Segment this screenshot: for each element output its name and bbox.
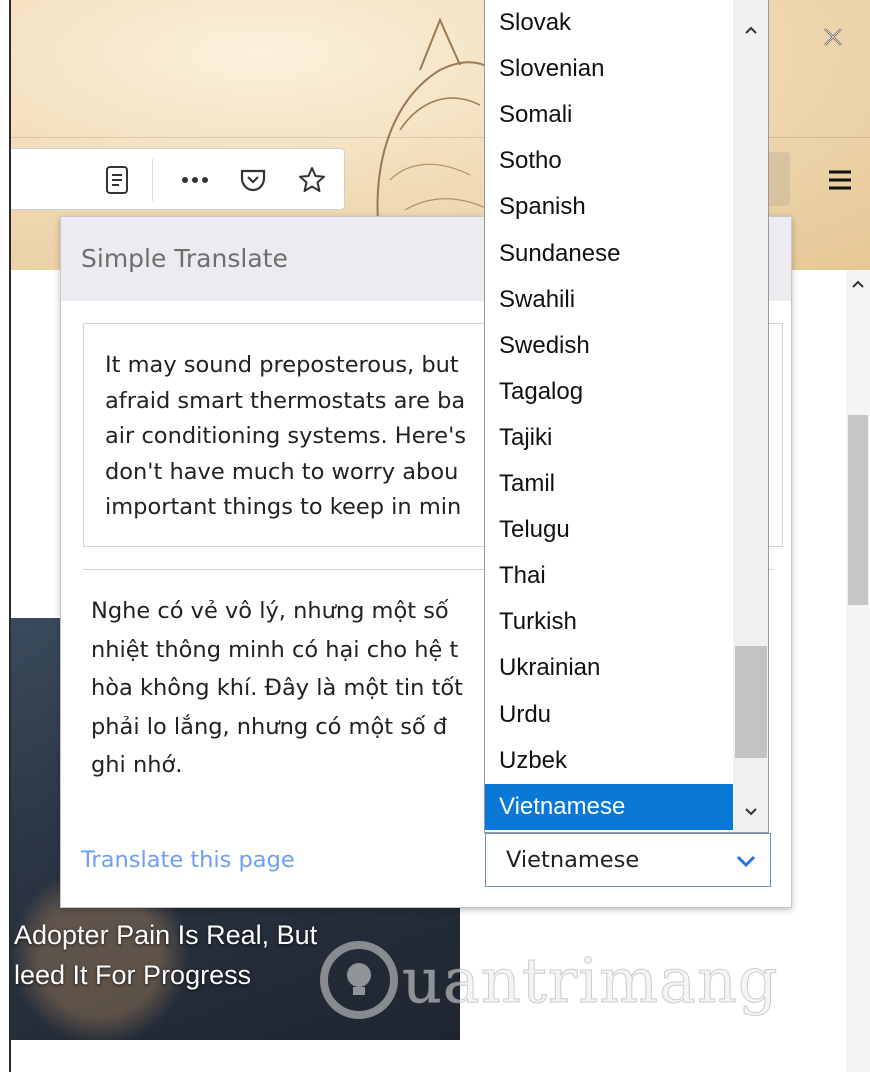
language-option[interactable]: Slovak [485, 0, 733, 46]
chevron-down-icon [745, 808, 757, 816]
chevron-up-icon [745, 26, 757, 34]
language-option[interactable]: Swedish [485, 323, 733, 369]
language-option[interactable]: Sundanese [485, 231, 733, 277]
target-language-value: Vietnamese [506, 847, 640, 873]
bookmark-star-icon [299, 167, 325, 192]
language-option[interactable]: Thai [485, 553, 733, 599]
language-option[interactable]: Tajiki [485, 415, 733, 461]
dropdown-scroll-up-button[interactable] [735, 18, 767, 42]
language-option[interactable]: Vietnamese [485, 783, 733, 830]
dropdown-scroll-down-button[interactable] [735, 800, 767, 824]
language-option[interactable]: Tagalog [485, 369, 733, 415]
target-language-select[interactable]: Vietnamese [485, 833, 771, 887]
language-option[interactable]: Telugu [485, 507, 733, 553]
language-option[interactable]: Spanish [485, 184, 733, 230]
hamburger-menu-icon [829, 170, 851, 190]
reader-view-button[interactable] [100, 163, 134, 197]
menu-button[interactable] [822, 160, 858, 200]
chevron-down-icon [736, 855, 756, 868]
language-option[interactable]: Tamil [485, 461, 733, 507]
bookmark-button[interactable] [295, 163, 329, 197]
language-option[interactable]: Swahili [485, 277, 733, 323]
page-scrollbar[interactable] [846, 270, 870, 1072]
language-dropdown-list[interactable]: Slovak Slovenian Somali Sotho Spanish Sundane… [484, 0, 769, 833]
translate-page-link[interactable]: Translate this page [81, 847, 295, 873]
language-option[interactable]: Somali [485, 92, 733, 138]
pocket-icon [240, 169, 266, 192]
lightbulb-icon [320, 941, 398, 1019]
language-option[interactable]: Urdu [485, 692, 733, 738]
page-scroll-up-button[interactable] [850, 276, 866, 292]
reader-view-icon [106, 166, 128, 194]
language-option[interactable]: Turkish [485, 599, 733, 645]
language-option[interactable]: Ukrainian [485, 645, 733, 691]
language-option[interactable]: Sotho [485, 138, 733, 184]
url-bar[interactable] [10, 148, 345, 210]
language-option[interactable]: Slovenian [485, 46, 733, 92]
watermark-text: uantrimang [402, 943, 779, 1017]
window-close-button[interactable] [818, 22, 848, 52]
dropdown-scroll-thumb[interactable] [735, 646, 767, 758]
chevron-up-icon [852, 280, 864, 288]
watermark: uantrimang [320, 935, 779, 1025]
more-actions-button[interactable] [178, 163, 212, 197]
close-icon [824, 28, 842, 46]
pocket-button[interactable] [236, 163, 270, 197]
page-scroll-thumb[interactable] [848, 415, 868, 605]
page-left-border [9, 0, 11, 1072]
language-option[interactable]: Uzbek [485, 738, 733, 784]
more-actions-icon [182, 177, 208, 183]
popup-title: Simple Translate [81, 244, 288, 273]
url-bar-separator [152, 159, 153, 201]
